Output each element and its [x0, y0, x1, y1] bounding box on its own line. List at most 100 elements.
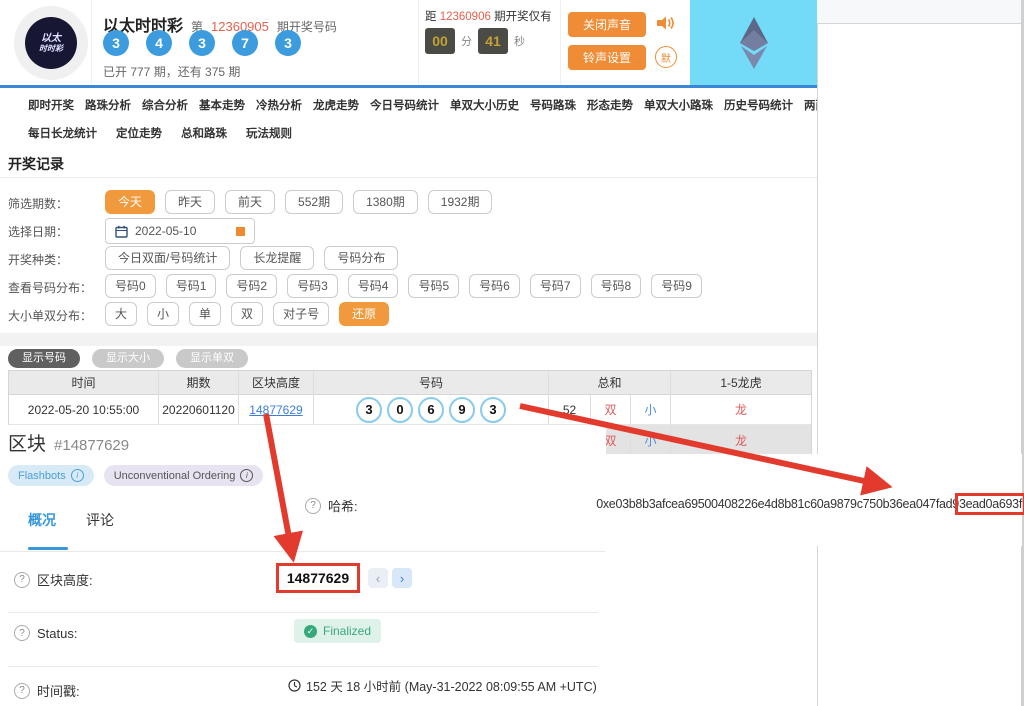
divider — [418, 0, 419, 85]
cell-issue: 20220601120 — [159, 395, 239, 425]
type-pill[interactable]: 号码分布 — [324, 246, 398, 270]
divider — [8, 666, 598, 667]
unconventional-ordering-badge[interactable]: Unconventional Ordering i — [104, 465, 264, 486]
col-header-time: 时间 — [9, 371, 159, 395]
date-value: 2022-05-10 — [135, 224, 229, 238]
nav-item[interactable]: 基本走势 — [199, 97, 245, 113]
dist-pill[interactable]: 号码6 — [469, 274, 520, 298]
nav-item[interactable]: 冷热分析 — [256, 97, 302, 113]
cell-dual: 双 — [591, 395, 631, 425]
winning-number-ball: 7 — [232, 30, 258, 56]
right-blank-panel — [817, 23, 1022, 706]
nav-item[interactable]: 形态走势 — [587, 97, 633, 113]
dist-pill[interactable]: 号码3 — [287, 274, 338, 298]
previous-block-button[interactable]: ‹ — [368, 568, 388, 588]
divider — [0, 177, 817, 178]
countdown-timer: 00 分 41 秒 — [425, 28, 525, 54]
tab-overview[interactable]: 概况 — [28, 510, 56, 530]
question-icon[interactable]: ? — [14, 625, 30, 641]
col-header-issue: 期数 — [159, 371, 239, 395]
site-logo: 以太 时时彩 — [14, 6, 88, 80]
col-header-block: 区块高度 — [239, 371, 314, 395]
clock-icon — [288, 679, 301, 692]
period-pill[interactable]: 昨天 — [165, 190, 215, 214]
nav-item[interactable]: 单双大小历史 — [450, 97, 519, 113]
divider — [8, 612, 598, 613]
speaker-icon[interactable] — [655, 13, 675, 33]
dist-pill[interactable]: 号码0 — [105, 274, 156, 298]
nav-item[interactable]: 今日号码统计 — [370, 97, 439, 113]
question-icon[interactable]: ? — [14, 683, 30, 699]
cell-size: 小 — [631, 425, 671, 455]
nav-item[interactable]: 单双大小路珠 — [644, 97, 713, 113]
block-explorer-panel: 区块 #14877629 Flashbots i Unconventional … — [0, 425, 606, 706]
period-pill-active[interactable]: 今天 — [105, 190, 155, 214]
tab-comments[interactable]: 评论 — [86, 510, 114, 530]
bigsmall-pill[interactable]: 双 — [231, 302, 263, 326]
info-icon[interactable]: i — [240, 469, 253, 482]
hash-label: 哈希: — [328, 496, 358, 515]
bigsmall-pill[interactable]: 小 — [147, 302, 179, 326]
bigsmall-pill[interactable]: 大 — [105, 302, 137, 326]
countdown-suffix: 期开奖仅有 — [494, 11, 552, 23]
dist-pill[interactable]: 号码8 — [591, 274, 642, 298]
type-pill[interactable]: 长龙提醒 — [240, 246, 314, 270]
ringtone-settings-button[interactable]: 铃声设置 — [568, 45, 646, 70]
nav-item[interactable]: 历史号码统计 — [724, 97, 793, 113]
view-mode-button[interactable]: 显示大小 — [92, 349, 164, 368]
type-pill[interactable]: 今日双面/号码统计 — [105, 246, 230, 270]
date-picker[interactable]: 2022-05-10 — [105, 218, 255, 244]
flashbots-badge[interactable]: Flashbots i — [8, 465, 94, 486]
info-icon[interactable]: i — [71, 469, 84, 482]
nav-item[interactable]: 即时开奖 — [28, 97, 74, 113]
period-pill[interactable]: 1932期 — [428, 190, 493, 214]
nav-item[interactable]: 龙虎走势 — [313, 97, 359, 113]
dist-pill[interactable]: 号码5 — [408, 274, 459, 298]
nav-item[interactable]: 路珠分析 — [85, 97, 131, 113]
dist-pill[interactable]: 号码1 — [166, 274, 217, 298]
winning-number-ball: 3 — [103, 30, 129, 56]
check-icon: ✓ — [304, 625, 317, 638]
ringtone-mode-icon[interactable]: 默 — [655, 46, 677, 68]
block-title: 区块 — [8, 429, 46, 456]
timestamp-label: 时间戳: — [37, 681, 80, 700]
nav-item[interactable]: 每日长龙统计 — [28, 125, 97, 141]
minutes-label: 分 — [461, 33, 472, 49]
block-height-link[interactable]: 14877629 — [249, 403, 302, 417]
bigsmall-pill[interactable]: 对子号 — [273, 302, 329, 326]
page: 以太 时时彩 以太时时彩 第 12360905 期开奖号码 34373 已开 7… — [0, 0, 1024, 706]
nav-item[interactable]: 总和路珠 — [181, 125, 227, 141]
cell-dragon: 龙 — [671, 395, 811, 425]
dist-pill[interactable]: 号码9 — [651, 274, 702, 298]
ordering-badge-label: Unconventional Ordering — [114, 470, 236, 482]
col-header-dragon: 1-5龙虎 — [671, 371, 811, 395]
dist-pill[interactable]: 号码7 — [530, 274, 581, 298]
period-pill[interactable]: 1380期 — [353, 190, 418, 214]
next-block-button[interactable]: › — [392, 568, 412, 588]
site-header: 以太 时时彩 以太时时彩 第 12360905 期开奖号码 34373 已开 7… — [0, 0, 817, 88]
reset-pill[interactable]: 还原 — [339, 302, 389, 326]
cell-block-link[interactable]: 14877629 — [239, 395, 314, 425]
drawn-number: 3 — [480, 397, 506, 423]
period-pill[interactable]: 552期 — [285, 190, 343, 214]
nav-item[interactable]: 玩法规则 — [246, 125, 292, 141]
block-number: #14877629 — [54, 437, 129, 454]
logo-text-1: 以太 — [41, 33, 61, 44]
nav-item[interactable]: 号码路珠 — [530, 97, 576, 113]
dist-pill[interactable]: 号码4 — [348, 274, 399, 298]
nav-row-2: 每日长龙统计 定位走势 总和路珠 玩法规则 — [28, 125, 292, 141]
dist-pill[interactable]: 号码2 — [226, 274, 277, 298]
view-mode-button[interactable]: 显示单双 — [176, 349, 248, 368]
col-header-sum: 总和 — [549, 371, 671, 395]
site-logo-core: 以太 时时彩 — [25, 17, 77, 69]
question-icon[interactable]: ? — [14, 572, 30, 588]
bigsmall-pill[interactable]: 单 — [189, 302, 221, 326]
timestamp-value-row: 152 天 18 小时前 (May-31-2022 08:09:55 AM +U… — [288, 676, 597, 695]
drawn-number: 0 — [387, 397, 413, 423]
period-pill[interactable]: 前天 — [225, 190, 275, 214]
nav-item[interactable]: 定位走势 — [116, 125, 162, 141]
show-numbers-button[interactable]: 显示号码 — [8, 349, 80, 368]
mute-sound-button[interactable]: 关闭声音 — [568, 12, 646, 37]
nav-item[interactable]: 综合分析 — [142, 97, 188, 113]
question-icon[interactable]: ? — [305, 498, 321, 514]
